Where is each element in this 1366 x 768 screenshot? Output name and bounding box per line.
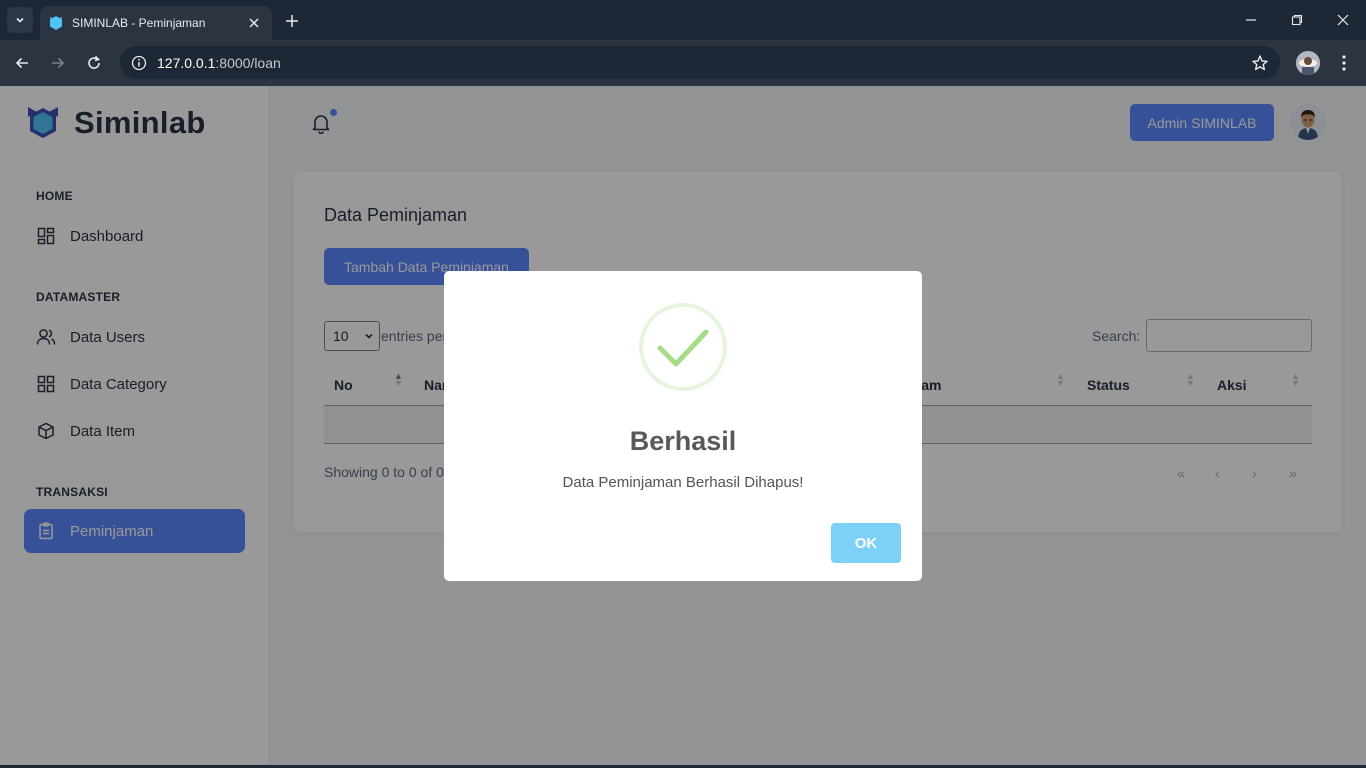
dialog-title: Berhasil	[629, 426, 737, 456]
address-bar[interactable]: 127.0.0.1:8000/loan	[120, 46, 1280, 79]
siminlab-favicon-icon	[50, 16, 62, 30]
url-text: 127.0.0.1:8000/loan	[157, 54, 281, 71]
ok-button[interactable]: OK	[831, 523, 901, 563]
back-arrow-icon[interactable]	[10, 51, 34, 75]
browser-tab-active[interactable]: SIMINLAB - Peminjaman	[40, 6, 272, 40]
site-info-icon[interactable]	[130, 54, 148, 72]
window-close-icon[interactable]	[1320, 0, 1366, 40]
tab-search-button[interactable]	[7, 7, 33, 33]
new-tab-plus-icon[interactable]	[281, 10, 303, 32]
reload-icon[interactable]	[82, 51, 106, 75]
browser-profile-avatar[interactable]	[1296, 51, 1320, 75]
restore-icon[interactable]	[1274, 0, 1320, 40]
success-check-icon	[639, 303, 727, 391]
forward-arrow-icon[interactable]	[46, 51, 70, 75]
tab-title: SIMINLAB - Peminjaman	[72, 16, 206, 30]
minimize-icon[interactable]	[1228, 0, 1274, 40]
browser-toolbar: 127.0.0.1:8000/loan	[0, 40, 1366, 86]
dialog-message: Data Peminjaman Berhasil Dihapus!	[562, 474, 804, 491]
browser-menu-icon[interactable]	[1334, 51, 1354, 75]
browser-tabbar: SIMINLAB - Peminjaman	[0, 0, 1366, 40]
tab-close-icon[interactable]	[246, 15, 262, 31]
bookmark-star-icon[interactable]	[1250, 53, 1270, 73]
success-dialog: Berhasil Data Peminjaman Berhasil Dihapu…	[444, 271, 922, 581]
chevron-down-icon	[16, 17, 24, 23]
